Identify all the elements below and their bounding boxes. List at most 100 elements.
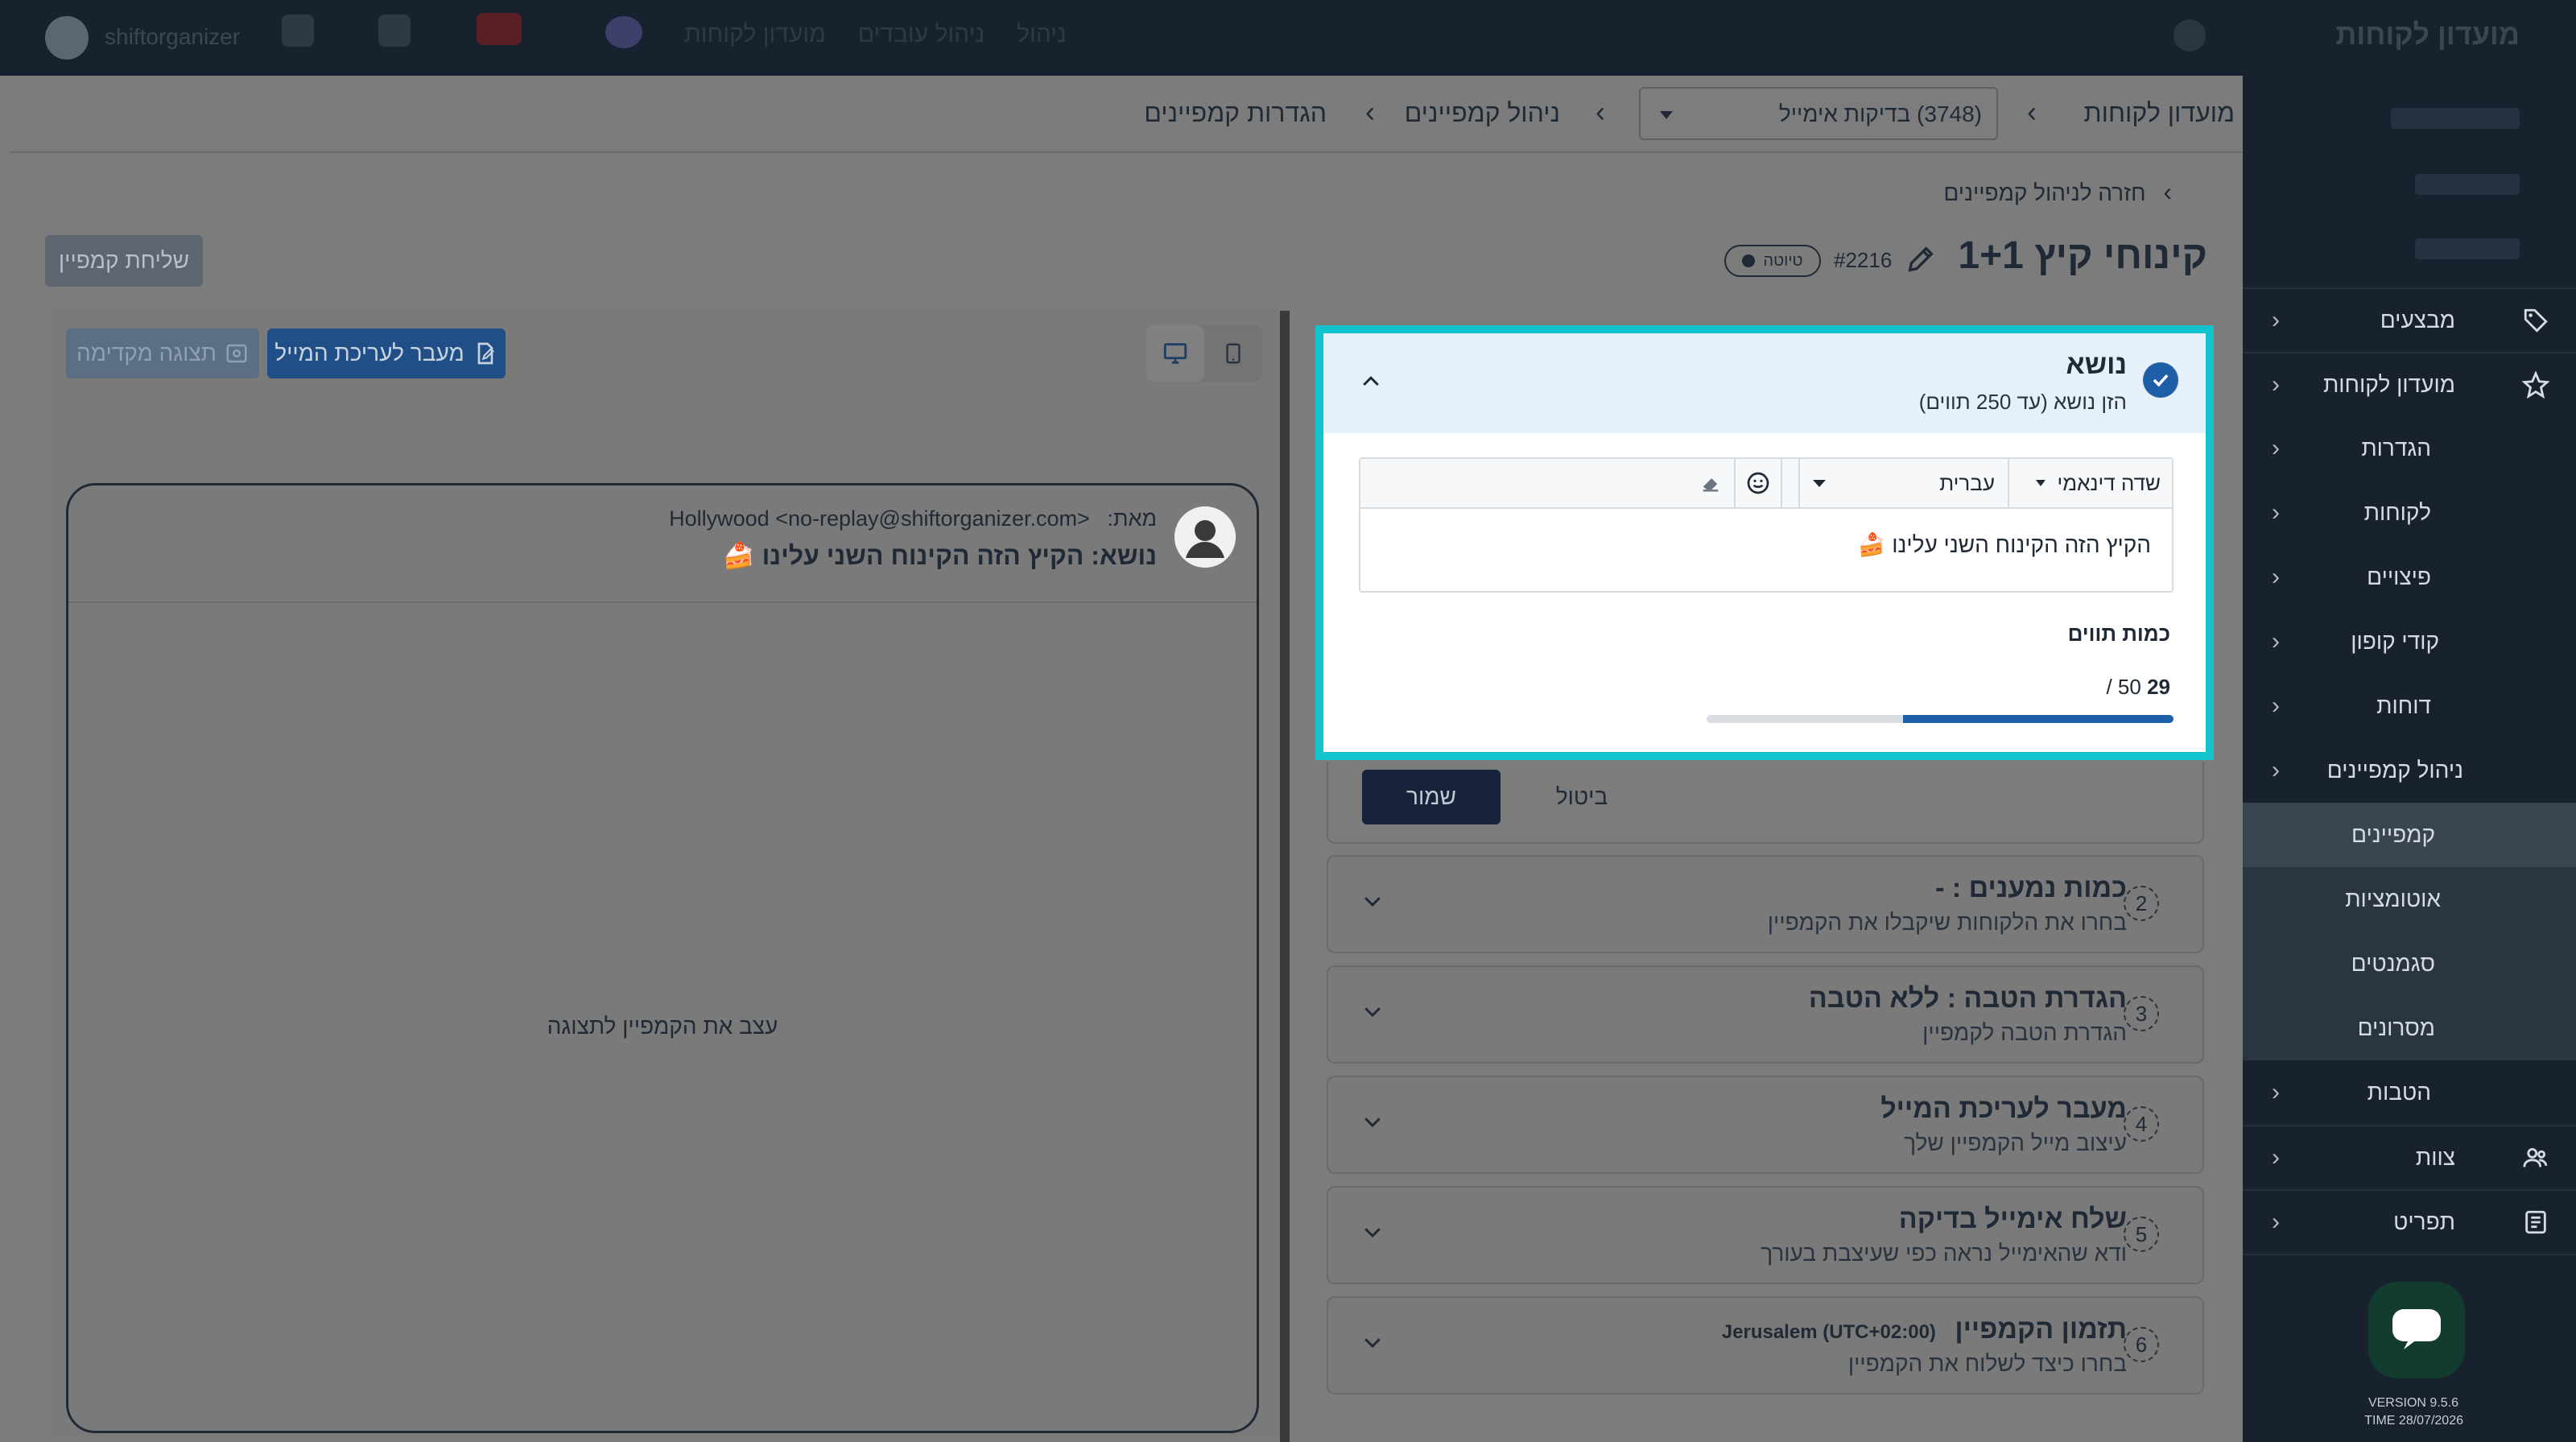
tag-icon — [2520, 304, 2552, 337]
sidebar-subitem-campaigns[interactable]: קמפיינים — [2243, 803, 2576, 867]
sidebar-item-label: דוחות — [2376, 693, 2431, 718]
campaign-dropdown[interactable]: (3748) בדיקות אימייל — [1639, 87, 1998, 140]
subject-input[interactable]: הקיץ הזה הקינוח השני עלינו 🍰 — [1858, 531, 2151, 558]
step-subtitle: עיצוב מייל הקמפיין שלך — [1904, 1130, 2127, 1155]
chat-icon[interactable] — [605, 16, 642, 48]
top-nav-item-2[interactable]: ניהול עובדים — [858, 21, 985, 48]
subject-panel-header[interactable]: נושא הזן נושא (עד 250 תווים) — [1323, 333, 2206, 433]
settings-icon[interactable] — [2174, 19, 2206, 52]
edit-email-button[interactable]: מעבר לעריכת המייל — [267, 328, 506, 378]
status-badge: טיוטה — [1724, 245, 1821, 277]
sidebar-subitem-sms[interactable]: מסרונים — [2243, 996, 2576, 1060]
breadcrumb-root[interactable]: מועדון לקוחות — [2084, 98, 2235, 128]
save-button[interactable]: שמור — [1362, 770, 1501, 824]
top-bar: shiftorganizer מועדון לקוחות ניהול עובדי… — [0, 0, 2576, 76]
clear-format-button[interactable] — [1687, 459, 1734, 507]
preview-placeholder: עצב את הקמפיין לתצוגה — [547, 1014, 778, 1039]
chevron-left-icon: ‹ — [2272, 692, 2280, 719]
sidebar-item-compensations[interactable]: פיצויים ‹ — [2243, 545, 2576, 609]
sidebar-subitem-segments[interactable]: סגמנטים — [2243, 932, 2576, 996]
top-icon-1[interactable] — [282, 14, 314, 47]
email-from-row: מאת: Hollywood <no-replay@shiftorganizer… — [669, 506, 1157, 531]
emoji-button[interactable] — [1734, 459, 1782, 507]
sidebar-item-benefits[interactable]: הטבות ‹ — [2243, 1060, 2576, 1125]
sidebar-item-settings[interactable]: הגדרות ‹ — [2243, 416, 2576, 481]
edit-document-icon — [477, 342, 494, 365]
char-count-progress — [1707, 715, 2174, 723]
main-content: מועדון לקוחות ‹ (3748) בדיקות אימייל ‹ נ… — [0, 76, 2243, 1442]
chevron-down-icon — [1360, 1109, 1385, 1140]
email-subject-line: נושא: הקיץ הזה הקינוח השני עלינו 🍰 — [722, 541, 1157, 570]
desktop-icon — [1163, 343, 1187, 364]
send-campaign-button[interactable]: שליחת קמפיין — [45, 235, 203, 287]
caret-down-icon — [2036, 480, 2046, 486]
version-label: VERSION 9.5.6 — [2368, 1396, 2458, 1410]
support-chat-button[interactable] — [2368, 1282, 2465, 1378]
chevron-left-icon: ‹ — [1596, 95, 1605, 128]
step-card-schedule[interactable]: 6 תזמון הקמפיין Jerusalem (UTC+02:00) בח… — [1327, 1296, 2204, 1394]
dynamic-field-label: שדה דינאמי — [2057, 470, 2161, 495]
team-icon — [2520, 1142, 2552, 1174]
sidebar-subitem-automations[interactable]: אוטומציות — [2243, 867, 2576, 932]
step-title: הגדרת הטבה : ללא הטבה — [1808, 983, 2127, 1014]
chevron-up-icon[interactable] — [1359, 369, 1383, 393]
mobile-view-button[interactable] — [1204, 325, 1262, 382]
from-value: Hollywood <no-replay@shiftorganizer.com> — [669, 506, 1090, 531]
preview-eye-icon — [226, 344, 247, 363]
campaign-id: #2216 — [1834, 248, 1893, 272]
campaign-title: קינוחי קיץ 1+1 — [1958, 234, 2207, 277]
star-icon — [2520, 369, 2552, 401]
top-icon-2[interactable] — [378, 14, 411, 47]
preview-button[interactable]: תצוגה מקדימה — [66, 328, 259, 378]
step-card-recipients[interactable]: 2 כמות נמענים : - בחרו את הלקוחות שיקבלו… — [1327, 855, 2204, 953]
user-avatar[interactable] — [45, 16, 89, 60]
sidebar-item-coupon-codes[interactable]: קודי קופון ‹ — [2243, 609, 2576, 674]
sidebar-subitem-label: אוטומציות — [2345, 886, 2441, 911]
sidebar-faded-3 — [2415, 238, 2520, 259]
status-label: טיוטה — [1763, 251, 1803, 270]
caret-down-icon — [1660, 111, 1673, 119]
top-nav-item-1[interactable]: מועדון לקוחות — [684, 21, 826, 48]
step-subtitle: בחרו את הלקוחות שיקבלו את הקמפיין — [1767, 910, 2127, 935]
status-dot-icon — [1742, 254, 1756, 267]
subject-panel-subtitle: הזן נושא (עד 250 תווים) — [1918, 390, 2127, 414]
sidebar-item-team[interactable]: צוות ‹ — [2243, 1125, 2576, 1189]
language-select[interactable]: עברית — [1798, 459, 2008, 507]
step-number: 2 — [2124, 886, 2159, 921]
char-count-label: כמות תווים — [2067, 622, 2170, 646]
sidebar-item-menu[interactable]: תפריט ‹ — [2243, 1189, 2576, 1254]
chevron-left-icon: ‹ — [2027, 95, 2037, 128]
sidebar-subitem-label: מסרונים — [2357, 1015, 2435, 1040]
sidebar-item-customers[interactable]: לקוחות ‹ — [2243, 481, 2576, 545]
edit-email-label: מעבר לעריכת המייל — [275, 341, 464, 366]
chevron-left-icon: ‹ — [2272, 371, 2280, 398]
breadcrumb-level2[interactable]: ניהול קמפיינים — [1405, 98, 1560, 128]
check-circle-icon — [2143, 362, 2178, 398]
step-card-benefit[interactable]: 3 הגדרת הטבה : ללא הטבה הגדרת הטבה לקמפי… — [1327, 965, 2204, 1064]
step-subtitle: הגדרת הטבה לקמפיין — [1922, 1020, 2127, 1045]
char-count-max: / 50 — [2106, 675, 2141, 699]
sidebar-item-campaign-management[interactable]: ניהול קמפיינים ‹ — [2243, 738, 2576, 803]
step-card-test-email[interactable]: 5 שלח אימייל בדיקה ודא שהאימייל נראה כפי… — [1327, 1186, 2204, 1284]
subject-editor: שדה דינאמי עברית הקיץ הזה הקינוח השני על… — [1359, 457, 2174, 593]
pane-splitter[interactable] — [1280, 311, 1290, 1442]
preview-label: תצוגה מקדימה — [76, 341, 217, 366]
top-nav-item-3[interactable]: ניהול — [1017, 21, 1067, 48]
sidebar-item-promotions[interactable]: מבצעים ‹ — [2243, 287, 2576, 352]
breadcrumb-level3[interactable]: הגדרות קמפיינים — [1144, 98, 1327, 128]
step-title: תזמון הקמפיין Jerusalem (UTC+02:00) — [1722, 1314, 2127, 1345]
chevron-down-icon — [1360, 889, 1385, 919]
dynamic-field-select[interactable]: שדה דינאמי — [2008, 459, 2172, 507]
sidebar-item-reports[interactable]: דוחות ‹ — [2243, 674, 2576, 738]
chevron-left-icon: ‹ — [2272, 1144, 2280, 1171]
timezone-label: Jerusalem (UTC+02:00) — [1721, 1321, 1936, 1343]
sidebar-item-customer-club[interactable]: מועדון לקוחות ‹ — [2243, 352, 2576, 416]
edit-pencil-icon[interactable] — [1905, 243, 1937, 275]
desktop-view-button[interactable] — [1146, 325, 1204, 382]
cancel-button[interactable]: ביטול — [1530, 770, 1634, 824]
back-link[interactable]: › חזרה לניהול קמפיינים — [1943, 177, 2172, 207]
step-title: שלח אימייל בדיקה — [1898, 1204, 2127, 1234]
notification-icon[interactable] — [477, 13, 522, 45]
step-card-edit-email[interactable]: 4 מעבר לעריכת המייל עיצוב מייל הקמפיין ש… — [1327, 1076, 2204, 1174]
step-number: 4 — [2124, 1106, 2159, 1142]
